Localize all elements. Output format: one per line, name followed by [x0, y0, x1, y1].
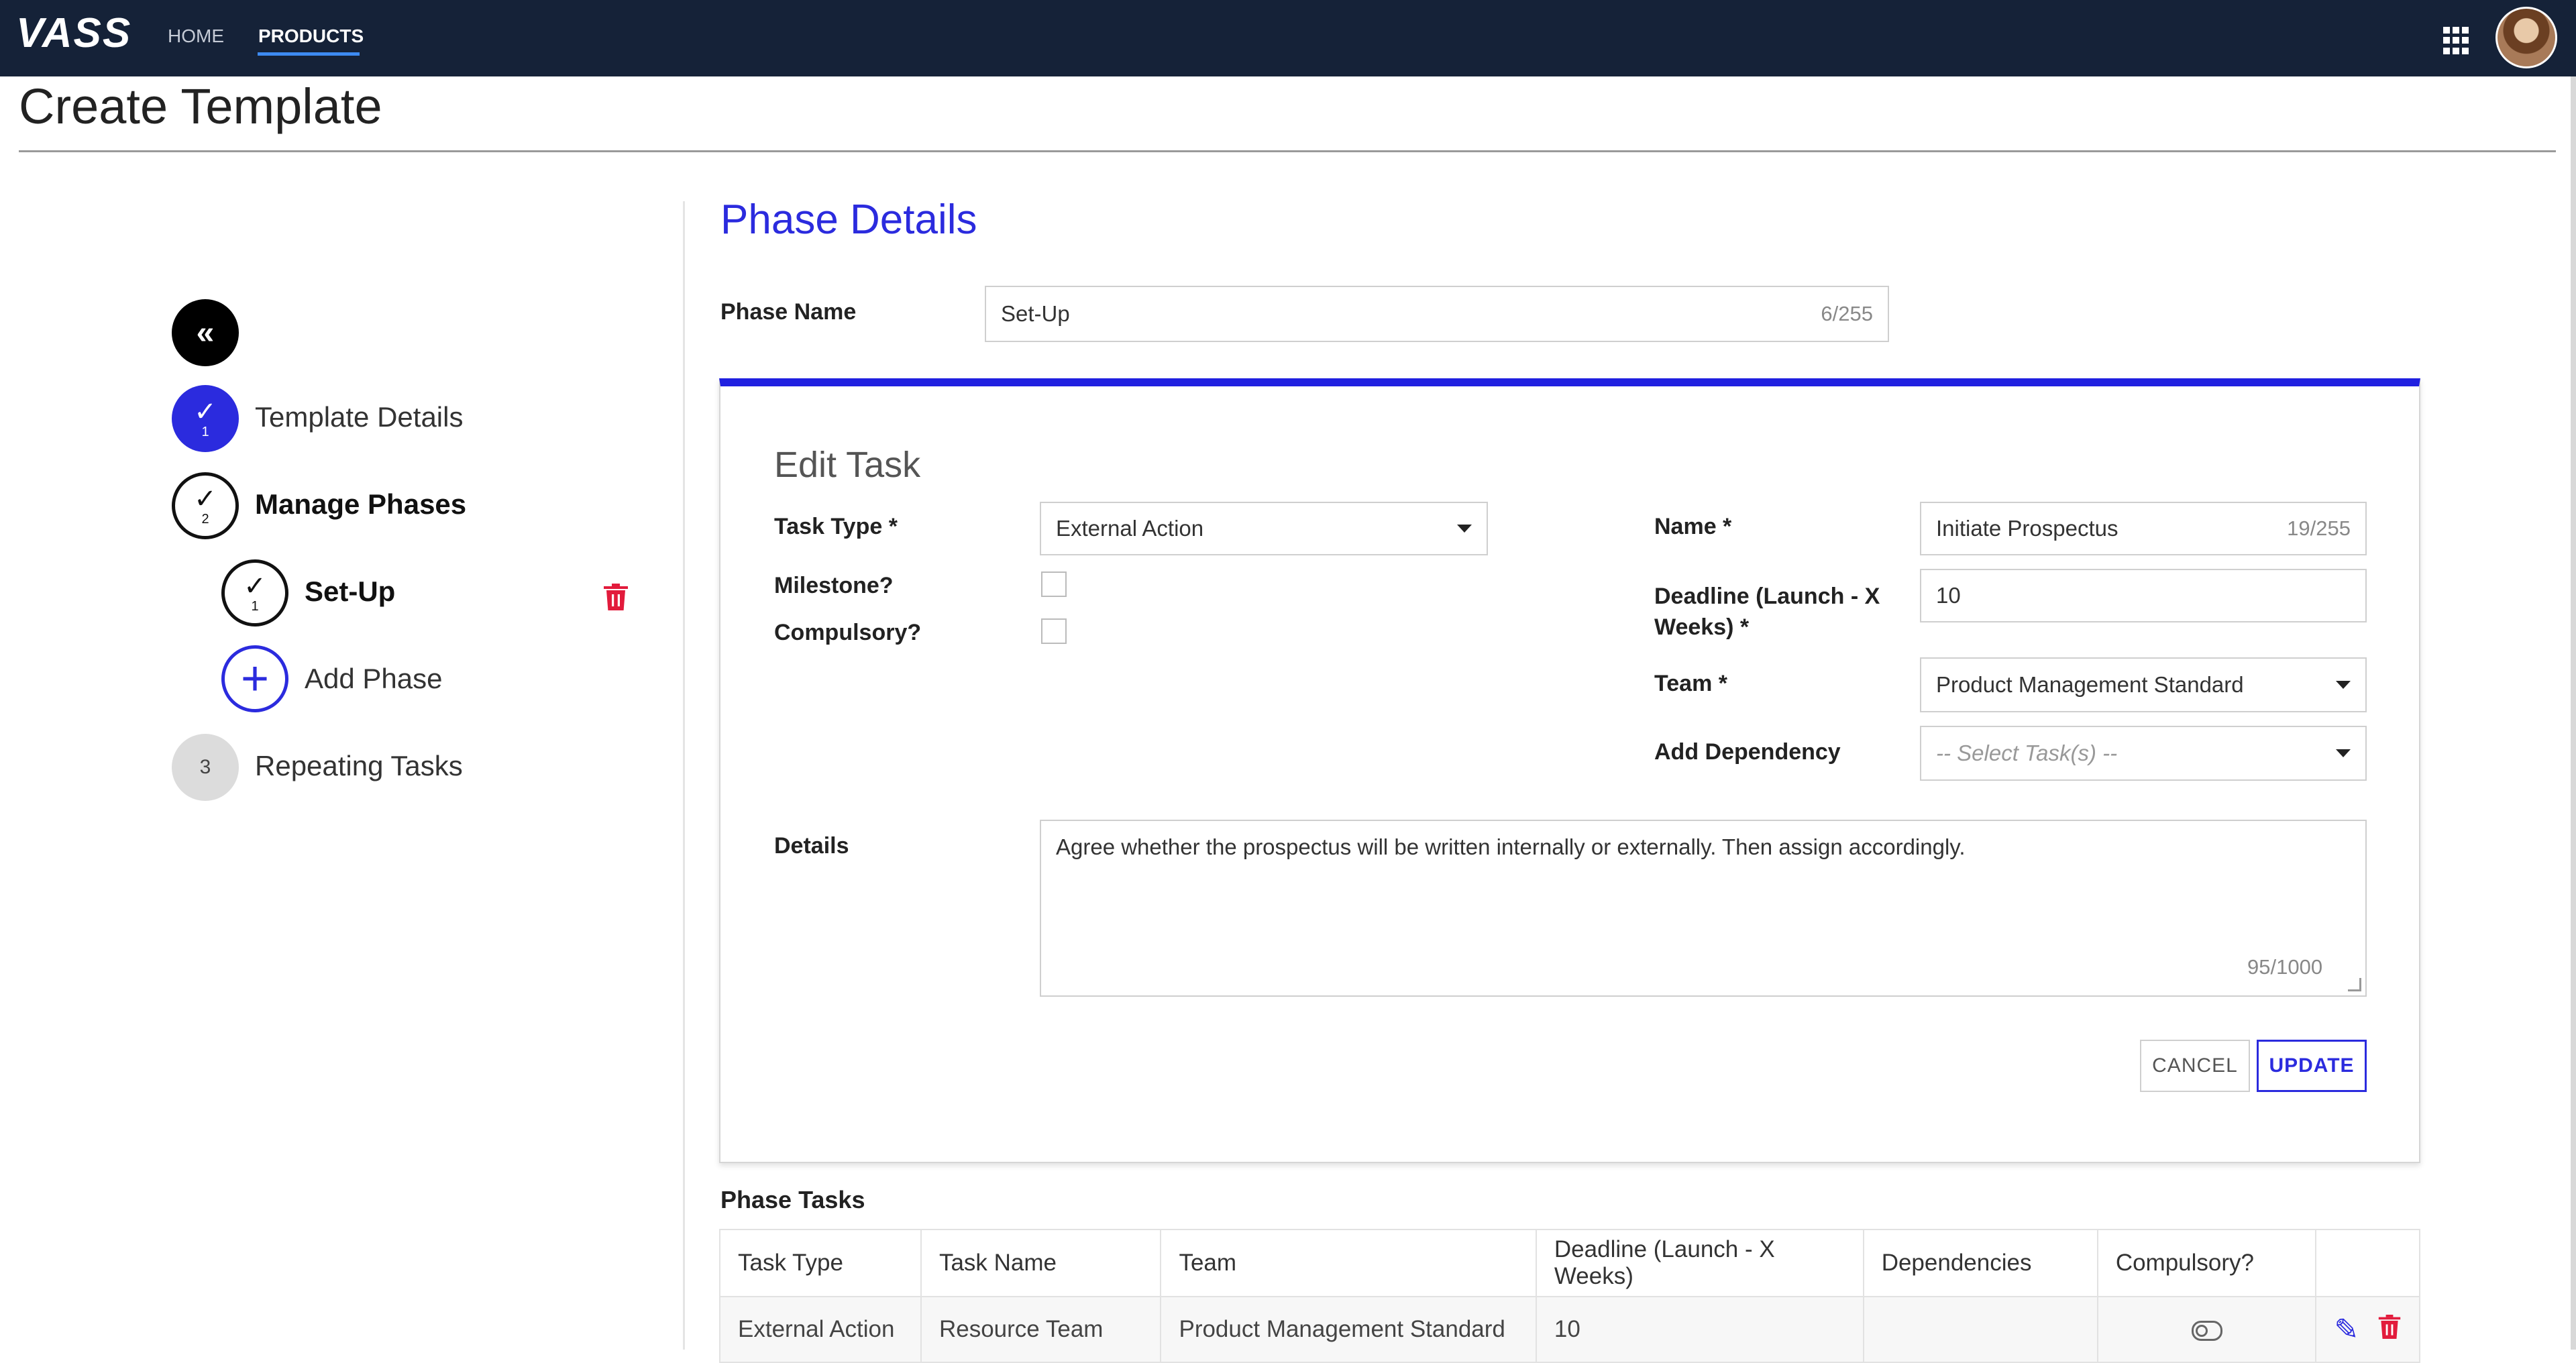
column-header-actions: [2315, 1229, 2420, 1297]
deadline-label-line1: Deadline (Launch - X: [1654, 584, 1880, 609]
step-manage-phases[interactable]: Manage Phases: [255, 488, 466, 521]
milestone-label: Milestone?: [774, 573, 894, 598]
column-header-task-type[interactable]: Task Type: [719, 1229, 922, 1297]
step-current-indicator[interactable]: ✓ 2: [172, 472, 239, 539]
cell-team: Product Management Standard: [1160, 1296, 1537, 1363]
table-header-row: Task Type Task Name Team Deadline (Launc…: [719, 1229, 2420, 1297]
column-header-task-name[interactable]: Task Name: [920, 1229, 1162, 1297]
column-header-dependencies[interactable]: Dependencies: [1862, 1229, 2098, 1297]
checkmark-icon: ✓: [244, 571, 266, 601]
team-value: Product Management Standard: [1936, 672, 2244, 697]
page-scrollbar[interactable]: [2571, 76, 2576, 1350]
task-type-label: Task Type *: [774, 514, 898, 539]
step-number: 2: [201, 512, 209, 527]
step-pending-indicator[interactable]: 3: [172, 734, 239, 801]
team-label: Team *: [1654, 671, 1727, 696]
column-header-deadline[interactable]: Deadline (Launch - X Weeks): [1535, 1229, 1864, 1297]
toggle-off-icon[interactable]: [2191, 1320, 2222, 1341]
cell-task-name: Resource Team: [920, 1296, 1162, 1363]
edit-task-heading: Edit Task: [774, 445, 921, 485]
team-select[interactable]: Product Management Standard: [1920, 657, 2367, 712]
milestone-checkbox[interactable]: [1041, 571, 1067, 597]
edit-task-icon[interactable]: ✎: [2334, 1313, 2359, 1347]
phase-name-counter: 6/255: [1821, 302, 1873, 325]
cell-dependencies: [1862, 1296, 2098, 1363]
resize-handle-icon[interactable]: [2348, 978, 2361, 991]
checkmark-icon: ✓: [194, 484, 217, 514]
step-number: 1: [201, 425, 209, 439]
dropdown-caret-icon: [1457, 525, 1472, 533]
phase-tasks-heading: Phase Tasks: [720, 1186, 865, 1213]
nav-link-products[interactable]: PRODUCTS: [258, 25, 364, 47]
phase-tasks-table: Task Type Task Name Team Deadline (Launc…: [719, 1229, 2420, 1363]
deadline-value: 10: [1936, 583, 1961, 608]
active-nav-indicator: [258, 52, 360, 56]
double-chevron-left-icon: «: [196, 315, 215, 351]
column-header-team[interactable]: Team: [1160, 1229, 1537, 1297]
add-phase-link[interactable]: Add Phase: [305, 663, 443, 695]
dependency-placeholder: -- Select Task(s) --: [1936, 741, 2118, 765]
title-divider: [19, 150, 2556, 152]
name-label: Name *: [1654, 514, 1732, 539]
dependency-select[interactable]: -- Select Task(s) --: [1920, 726, 2367, 781]
phase-indicator[interactable]: ✓ 1: [221, 559, 288, 626]
cell-actions: ✎: [2315, 1296, 2420, 1363]
task-name-value: Initiate Prospectus: [1936, 516, 2118, 541]
page-title: Create Template: [19, 78, 382, 134]
dropdown-caret-icon: [2336, 749, 2351, 757]
cell-task-type: External Action: [719, 1296, 922, 1363]
update-button[interactable]: UPDATE: [2257, 1040, 2367, 1092]
details-value: Agree whether the prospectus will be wri…: [1056, 834, 1966, 859]
details-textarea[interactable]: Agree whether the prospectus will be wri…: [1040, 820, 2367, 997]
cell-deadline: 10: [1535, 1296, 1864, 1363]
phase-name-input[interactable]: Set-Up 6/255: [985, 286, 1889, 342]
deadline-input[interactable]: 10: [1920, 569, 2367, 622]
deadline-label-line2: Weeks) *: [1654, 614, 1750, 640]
delete-task-trash-icon[interactable]: [2377, 1313, 2402, 1346]
checkmark-icon: ✓: [194, 397, 217, 427]
cancel-button[interactable]: CANCEL: [2140, 1040, 2250, 1092]
phase-name-label: Phase Name: [720, 299, 857, 325]
compulsory-checkbox[interactable]: [1041, 618, 1067, 644]
step-repeating-tasks[interactable]: Repeating Tasks: [255, 750, 463, 782]
nav-link-home[interactable]: HOME: [168, 25, 224, 47]
phase-name-value: Set-Up: [1001, 301, 1070, 326]
sidebar-divider: [683, 201, 685, 1350]
details-label: Details: [774, 833, 849, 859]
cell-compulsory: [2096, 1296, 2317, 1363]
step-template-details[interactable]: Template Details: [255, 401, 463, 433]
task-name-input[interactable]: Initiate Prospectus 19/255: [1920, 502, 2367, 555]
collapse-sidebar-button[interactable]: «: [172, 299, 239, 366]
task-type-select[interactable]: External Action: [1040, 502, 1488, 555]
top-nav-bar: [0, 0, 2576, 76]
phase-item-setup[interactable]: Set-Up: [305, 576, 395, 608]
step-number: 3: [199, 756, 211, 778]
deadline-label: Deadline (Launch - X Weeks) *: [1654, 581, 1880, 643]
add-dependency-label: Add Dependency: [1654, 739, 1841, 765]
task-type-value: External Action: [1056, 516, 1204, 541]
phase-number: 1: [251, 599, 259, 614]
add-phase-plus-icon[interactable]: +: [221, 645, 288, 712]
apps-grid-icon[interactable]: [2443, 27, 2471, 55]
delete-phase-trash-icon[interactable]: [602, 582, 629, 612]
vass-logo[interactable]: VASS: [16, 9, 131, 57]
dropdown-caret-icon: [2336, 681, 2351, 689]
user-avatar[interactable]: [2496, 7, 2557, 68]
task-name-counter: 19/255: [2287, 516, 2351, 540]
step-complete-indicator[interactable]: ✓ 1: [172, 385, 239, 452]
details-counter: 95/1000: [2247, 955, 2323, 979]
phase-details-heading: Phase Details: [720, 197, 977, 243]
compulsory-label: Compulsory?: [774, 620, 922, 645]
column-header-compulsory[interactable]: Compulsory?: [2096, 1229, 2317, 1297]
table-row[interactable]: External Action Resource Team Product Ma…: [719, 1296, 2420, 1363]
